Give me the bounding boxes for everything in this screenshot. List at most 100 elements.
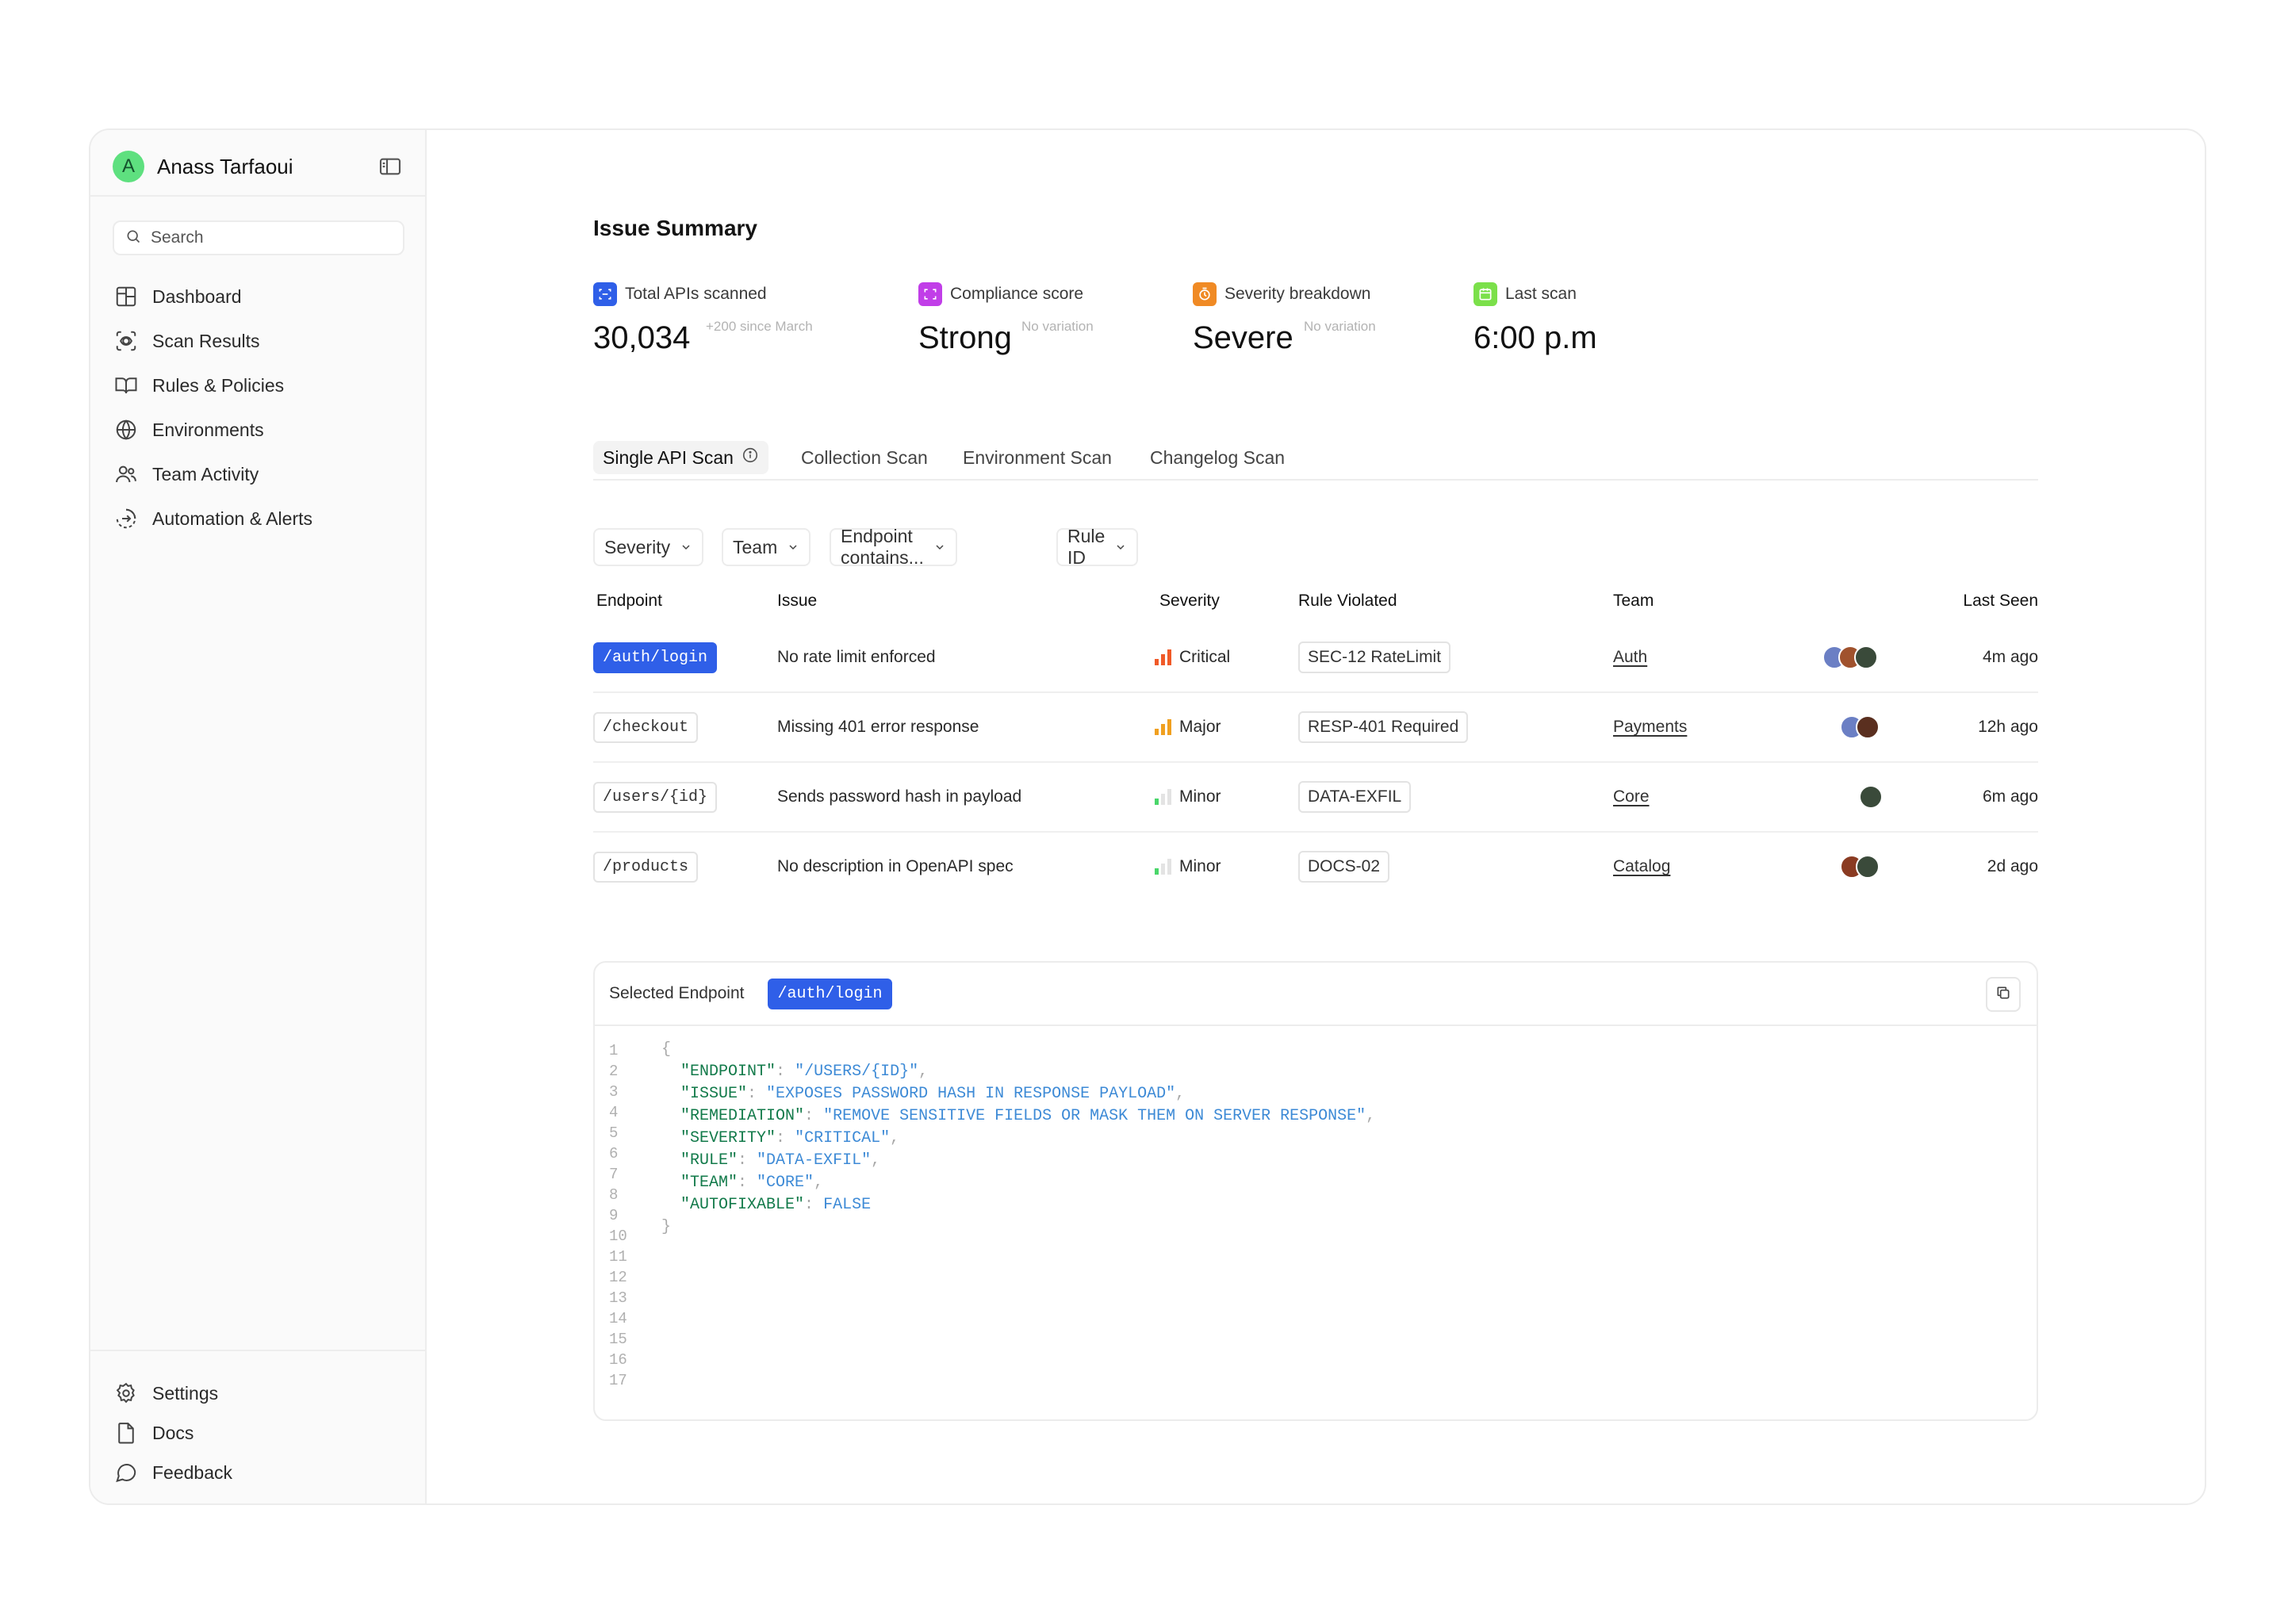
tab-label: Single API Scan — [603, 446, 734, 468]
endpoint-chip[interactable]: /products — [593, 851, 699, 883]
stat-subtext: No variation — [1021, 319, 1094, 334]
team-link[interactable]: Auth — [1613, 648, 1647, 667]
rule-chip: DOCS-02 — [1298, 851, 1390, 883]
table-row[interactable]: /auth/login No rate limit enforced Criti… — [593, 623, 2038, 693]
filter-rule-id[interactable]: Rule ID — [1056, 526, 1139, 568]
line-number: 4 — [609, 1104, 619, 1121]
line-number: 14 — [609, 1310, 627, 1327]
column-header-severity[interactable]: Severity — [1159, 592, 1220, 611]
table-row[interactable]: /checkout Missing 401 error response Maj… — [593, 693, 2038, 763]
sidebar-item-label: Docs — [152, 1422, 194, 1443]
issue-text: Missing 401 error response — [777, 718, 979, 736]
column-header-endpoint[interactable]: Endpoint — [596, 592, 662, 611]
avatar-stack — [1840, 693, 1880, 761]
user-name: Anass Tarfaoui — [157, 154, 293, 178]
sidebar-toggle-icon[interactable] — [377, 154, 403, 179]
json-brace: { — [661, 1040, 672, 1059]
sidebar-item-team-activity[interactable]: Team Activity — [113, 452, 409, 496]
line-numbers: 1 2 3 4 5 6 7 8 9 10 11 12 13 14 15 16 17 — [609, 1040, 627, 1391]
line-number: 3 — [609, 1083, 619, 1101]
endpoint-chip[interactable]: /users/{id} — [593, 781, 718, 813]
table-row[interactable]: /users/{id} Sends password hash in paylo… — [593, 763, 2038, 833]
tab-collection-scan[interactable]: Collection Scan — [801, 441, 928, 474]
search-input[interactable] — [151, 228, 389, 247]
severity-cell: Critical — [1155, 623, 1230, 691]
sidebar-item-scan-results[interactable]: Scan Results — [113, 319, 409, 363]
tab-changelog-scan[interactable]: Changelog Scan — [1150, 441, 1285, 474]
code-line: "TEAM": "CORE", — [661, 1172, 1375, 1194]
endpoint-chip[interactable]: /checkout — [593, 711, 699, 743]
search-box[interactable] — [113, 220, 404, 255]
json-comma: , — [871, 1151, 881, 1170]
sidebar-item-dashboard[interactable]: Dashboard — [113, 274, 409, 319]
issue-text: No description in OpenAPI spec — [777, 857, 1014, 875]
json-brace: } — [661, 1218, 672, 1236]
filter-endpoint-contains[interactable]: Endpoint contains... — [830, 526, 957, 568]
json-comma: , — [1366, 1107, 1376, 1125]
filter-team[interactable]: Team — [722, 528, 811, 566]
json-key: "REMEDIATION" — [680, 1107, 805, 1125]
team-link[interactable]: Core — [1613, 787, 1650, 806]
sidebar-item-docs[interactable]: Docs — [113, 1413, 409, 1453]
selected-endpoint-panel: Selected Endpoint /auth/login 1234567891… — [593, 961, 2038, 1421]
sidebar-item-rules-policies[interactable]: Rules & Policies — [113, 363, 409, 408]
sidebar-item-settings[interactable]: Settings — [113, 1373, 409, 1413]
json-code-view[interactable]: { "ENDPOINT": "/USERS/{ID}", "ISSUE": "E… — [661, 1039, 1375, 1239]
sidebar-item-label: Automation & Alerts — [152, 508, 312, 529]
filter-severity[interactable]: Severity — [593, 528, 704, 566]
user-profile[interactable]: A Anass Tarfaoui — [113, 149, 403, 184]
table-row[interactable]: /products No description in OpenAPI spec… — [593, 833, 2038, 902]
stat-severity: Severity breakdown Severe No variation — [1193, 282, 1376, 360]
json-comma: , — [890, 1129, 900, 1147]
tab-single-api-scan[interactable]: Single API Scan — [593, 441, 768, 474]
avatar-stack — [1840, 833, 1880, 901]
column-header-issue[interactable]: Issue — [777, 592, 817, 611]
sidebar: A Anass Tarfaoui Dashboard Scan Results — [90, 130, 427, 1503]
app-window: A Anass Tarfaoui Dashboard Scan Results — [89, 128, 2206, 1505]
line-number: 2 — [609, 1063, 619, 1080]
sidebar-item-environments[interactable]: Environments — [113, 408, 409, 452]
team-link[interactable]: Payments — [1613, 718, 1687, 737]
code-line: "ISSUE": "EXPOSES PASSWORD HASH IN RESPO… — [661, 1083, 1375, 1105]
copy-icon — [1995, 985, 2011, 1005]
line-number: 17 — [609, 1372, 627, 1389]
team-link[interactable]: Catalog — [1613, 857, 1670, 876]
copy-button[interactable] — [1986, 977, 2021, 1012]
filter-label: Team — [733, 536, 778, 557]
line-number: 16 — [609, 1351, 627, 1369]
code-line: "AUTOFIXABLE": FALSE — [661, 1194, 1375, 1216]
line-number: 8 — [609, 1186, 619, 1204]
stat-subtext: No variation — [1304, 319, 1376, 334]
code-line: "SEVERITY": "CRITICAL", — [661, 1128, 1375, 1150]
rule-chip: SEC-12 RateLimit — [1298, 642, 1451, 673]
avatar — [1856, 715, 1880, 739]
column-header-last-seen[interactable]: Last Seen — [1963, 592, 2038, 611]
tab-environment-scan[interactable]: Environment Scan — [963, 441, 1112, 474]
json-colon: : — [804, 1196, 824, 1214]
json-colon: : — [738, 1174, 757, 1192]
json-key: "ENDPOINT" — [680, 1063, 776, 1081]
info-icon[interactable] — [742, 446, 759, 469]
sidebar-item-feedback[interactable]: Feedback — [113, 1453, 409, 1492]
column-header-team[interactable]: Team — [1613, 592, 1654, 611]
focus-icon — [918, 282, 942, 306]
clock-alert-icon — [1193, 282, 1217, 306]
column-header-rule[interactable]: Rule Violated — [1298, 592, 1397, 611]
code-line: "ENDPOINT": "/USERS/{ID}", — [661, 1061, 1375, 1083]
stat-label: Last scan — [1505, 285, 1577, 303]
rule-chip: DATA-EXFIL — [1298, 781, 1412, 813]
sidebar-item-automation-alerts[interactable]: Automation & Alerts — [113, 496, 409, 541]
users-icon — [113, 461, 140, 488]
sidebar-item-label: Rules & Policies — [152, 374, 285, 396]
stat-label: Compliance score — [950, 285, 1084, 303]
line-number: 9 — [609, 1207, 619, 1224]
severity-cell: Major — [1155, 693, 1221, 761]
stat-value: 6:00 p.m — [1473, 320, 1597, 355]
last-seen: 4m ago — [1982, 648, 2038, 666]
sidebar-nav: Dashboard Scan Results Rules & Policies … — [113, 274, 409, 541]
avatar — [1856, 855, 1880, 879]
endpoint-chip[interactable]: /auth/login — [593, 642, 718, 673]
sidebar-item-label: Dashboard — [152, 285, 242, 307]
book-open-icon — [113, 372, 140, 399]
scan-tabs: Single API Scan Collection Scan Environm… — [593, 441, 2038, 481]
